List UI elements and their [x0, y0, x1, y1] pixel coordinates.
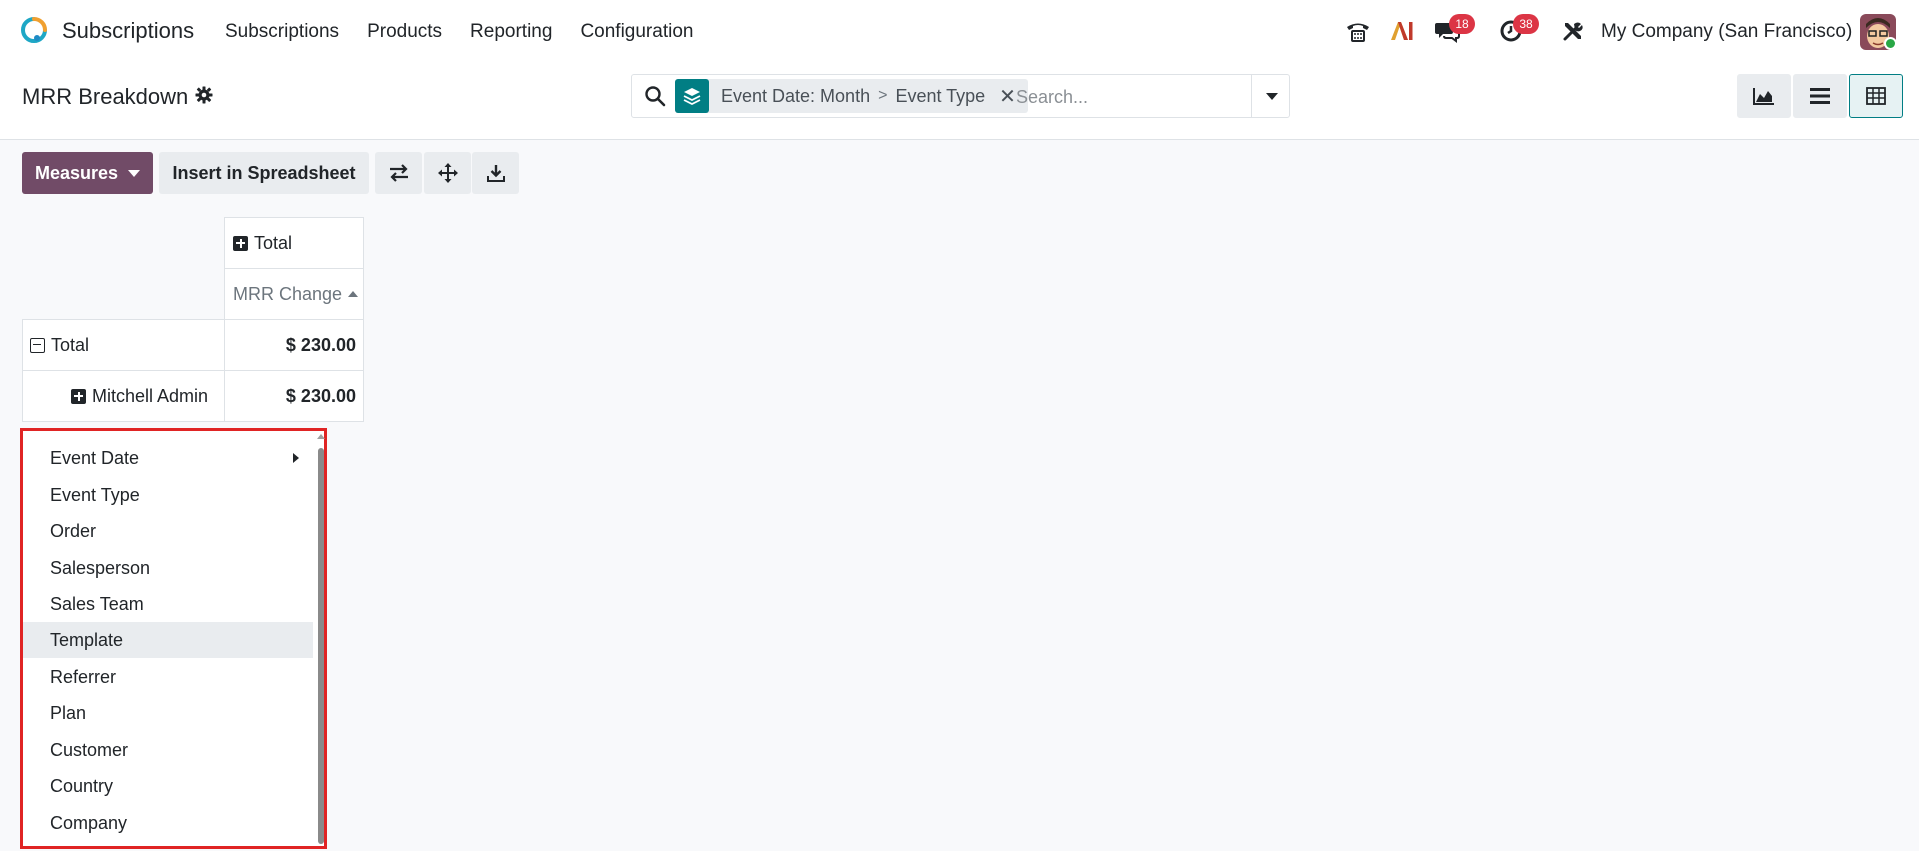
dropdown-scrollbar[interactable] — [318, 448, 324, 844]
search-input[interactable] — [1016, 83, 1236, 111]
pivot-measure-label: MRR Change — [233, 283, 343, 304]
app-name[interactable]: Subscriptions — [62, 18, 194, 44]
chevron-right-icon — [293, 453, 299, 463]
groupby-option-customer[interactable]: Customer — [23, 732, 313, 768]
groupby-option-plan[interactable]: Plan — [23, 695, 313, 731]
pivot-table-icon — [1866, 87, 1886, 105]
pivot-row-header-mitchell-admin[interactable]: Mitchell Admin — [22, 370, 225, 422]
search-bar: Event Date: Month > Event Type ✕ — [631, 74, 1290, 118]
top-navbar: Subscriptions Subscriptions Products Rep… — [0, 0, 1919, 64]
menu-configuration[interactable]: Configuration — [580, 21, 693, 43]
groupby-dropdown: Event Date Event Type Order Salesperson … — [20, 428, 327, 849]
messages-badge: 18 — [1449, 14, 1475, 34]
pivot-cell-total-value: $ 230.00 — [285, 334, 356, 355]
groupby-option-event-type[interactable]: Event Type — [23, 477, 313, 513]
chat-icon[interactable]: 18 — [1430, 14, 1475, 48]
activities-badge: 38 — [1513, 14, 1539, 34]
groupby-option-salesperson[interactable]: Salesperson — [23, 550, 313, 586]
groupby-option-company[interactable]: Company — [23, 805, 313, 841]
pivot-row-label: Mitchell Admin — [92, 385, 209, 406]
pivot-row-label: Total — [51, 334, 90, 355]
groupby-option-label: Order — [50, 520, 97, 541]
graph-view-button[interactable] — [1737, 74, 1791, 118]
download-button[interactable] — [472, 152, 519, 194]
pivot-row-header-total[interactable]: Total — [22, 319, 225, 371]
collapse-minus-icon — [30, 337, 45, 353]
view-switcher — [1737, 74, 1905, 118]
chevron-down-icon — [128, 169, 141, 177]
groupby-option-label: Event Type — [50, 484, 140, 505]
groupby-option-label: Referrer — [50, 666, 117, 687]
pivot-col-header-total[interactable]: Total — [224, 217, 364, 269]
menu-subscriptions[interactable]: Subscriptions — [225, 21, 339, 43]
groupby-option-order[interactable]: Order — [23, 513, 313, 549]
groupby-option-label: Salesperson — [50, 557, 151, 578]
sort-ascending-icon — [348, 291, 359, 297]
facet-value-event-date: Event Date: Month — [721, 85, 871, 106]
app-logo-icon[interactable] — [20, 16, 48, 44]
facet-separator: > — [878, 87, 888, 104]
swap-arrows-icon — [389, 164, 408, 182]
pivot-cell-value[interactable]: $ 230.00 — [224, 319, 364, 371]
pivot-col-header-label: Total — [254, 232, 293, 253]
groupby-option-event-date[interactable]: Event Date — [23, 440, 313, 476]
pivot-measure-header[interactable]: MRR Change — [224, 268, 364, 320]
scroll-up-arrow-icon[interactable] — [317, 434, 325, 439]
menu-reporting[interactable]: Reporting — [470, 21, 552, 43]
phone-icon[interactable] — [1341, 14, 1375, 48]
groupby-option-label: Event Date — [50, 447, 140, 468]
groupby-option-referrer[interactable]: Referrer — [23, 659, 313, 695]
flip-axis-button[interactable] — [375, 152, 422, 194]
area-chart-icon — [1753, 88, 1774, 105]
measures-label: Measures — [34, 162, 119, 183]
pivot-view-button[interactable] — [1849, 74, 1903, 118]
pivot-cell-value[interactable]: $ 230.00 — [224, 370, 364, 422]
measures-button[interactable]: Measures — [22, 152, 153, 194]
search-options-toggle[interactable] — [1251, 75, 1291, 117]
main-menu: Subscriptions Products Reporting Configu… — [225, 21, 721, 43]
chevron-down-icon — [1265, 92, 1278, 100]
expand-plus-icon — [71, 388, 86, 404]
move-arrows-icon — [437, 163, 458, 183]
download-icon — [486, 165, 505, 182]
expand-all-button[interactable] — [424, 152, 471, 194]
search-icon[interactable] — [644, 85, 666, 107]
groupby-option-label: Company — [50, 812, 128, 833]
page-title: MRR Breakdown — [22, 84, 189, 109]
insert-in-spreadsheet-button[interactable]: Insert in Spreadsheet — [159, 152, 369, 194]
gear-icon[interactable] — [195, 86, 213, 104]
online-status-dot — [1884, 37, 1897, 50]
groupby-option-label: Plan — [50, 702, 87, 723]
clock-icon[interactable]: 38 — [1494, 14, 1539, 48]
groupby-option-template[interactable]: Template — [23, 622, 313, 658]
expand-plus-icon — [233, 235, 248, 251]
layers-icon — [675, 79, 709, 113]
groupby-option-label: Customer — [50, 739, 129, 760]
list-icon — [1810, 88, 1830, 104]
list-view-button[interactable] — [1793, 74, 1847, 118]
ai-icon[interactable] — [1385, 14, 1419, 48]
menu-products[interactable]: Products — [367, 21, 442, 43]
groupby-option-sales-team[interactable]: Sales Team — [23, 586, 313, 622]
pivot-cell-mitchell-value: $ 230.00 — [285, 385, 356, 406]
facet-value-event-type: Event Type — [895, 85, 986, 106]
company-switcher[interactable]: My Company (San Francisco) — [1601, 21, 1852, 43]
control-panel: MRR Breakdown Event Date: Month > Event … — [0, 64, 1919, 140]
facet-remove-icon[interactable]: ✕ — [999, 84, 1016, 109]
groupby-option-label: Sales Team — [50, 593, 144, 614]
tools-icon[interactable] — [1556, 14, 1590, 48]
groupby-option-country[interactable]: Country — [23, 768, 313, 804]
groupby-facet[interactable]: Event Date: Month > Event Type ✕ — [675, 79, 1028, 113]
groupby-option-label: Country — [50, 775, 114, 796]
groupby-option-label: Template — [50, 629, 124, 650]
